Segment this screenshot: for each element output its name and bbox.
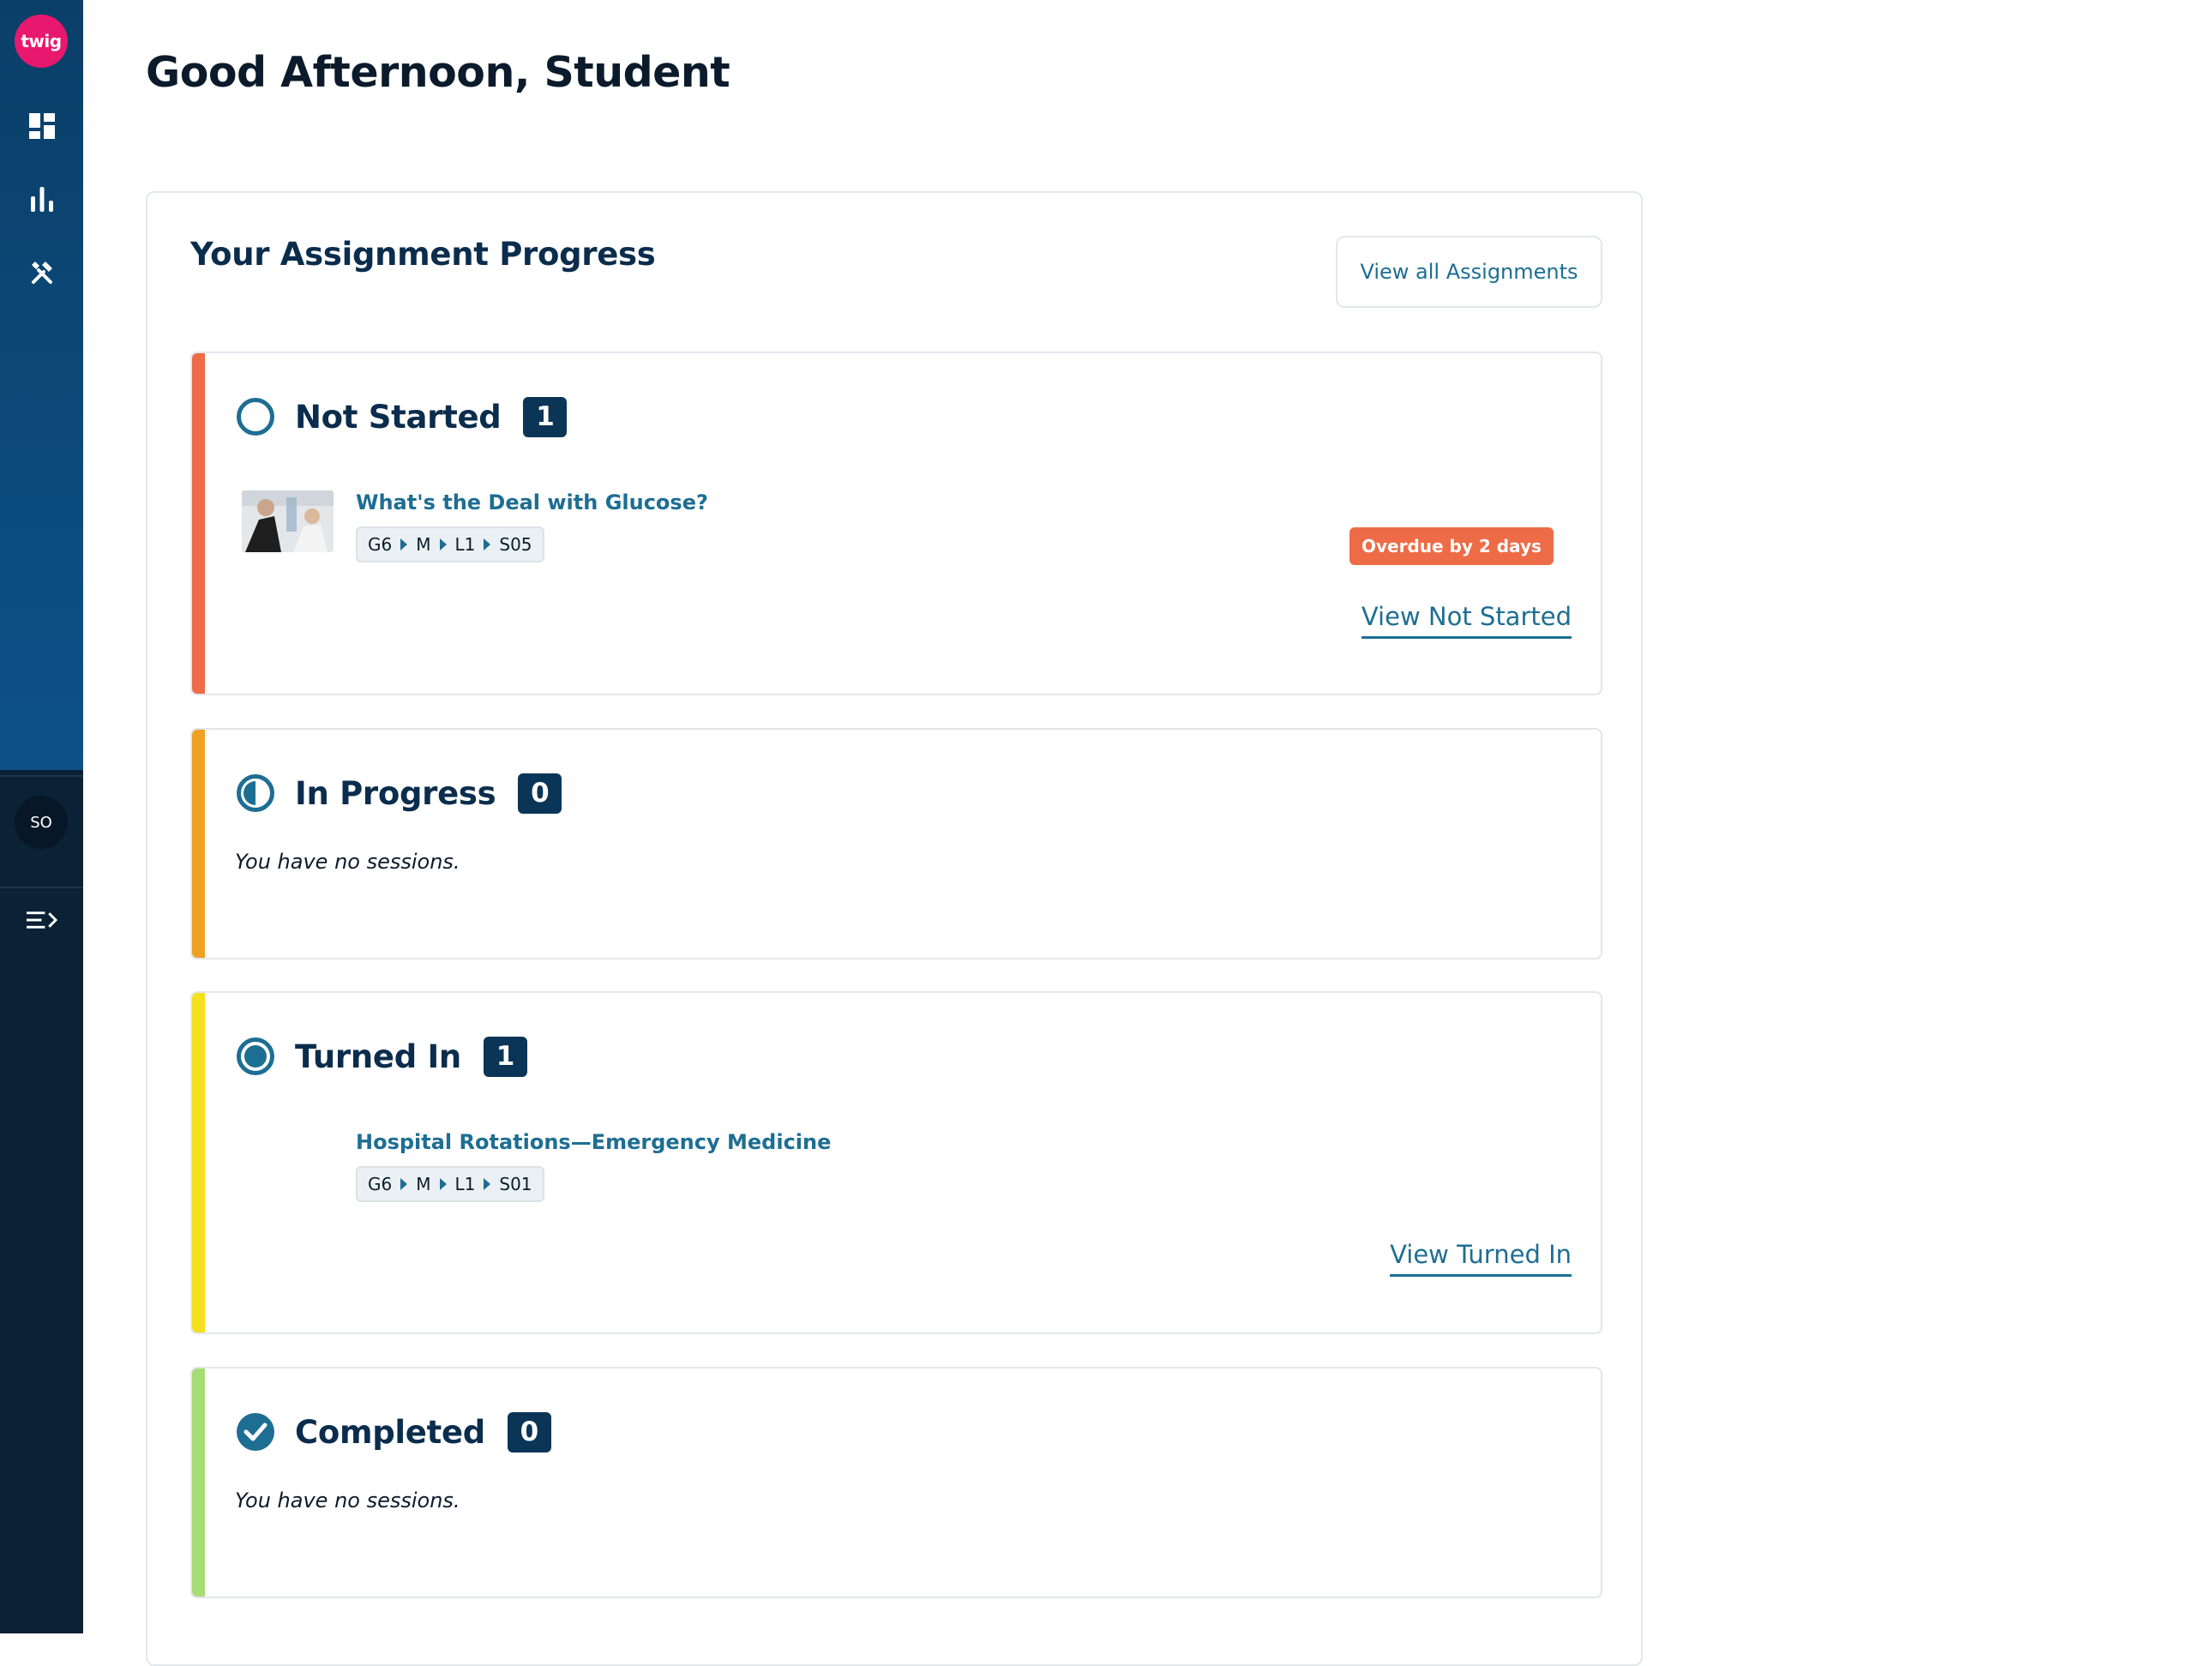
breadcrumb-module: M	[416, 1174, 431, 1194]
breadcrumb-session: S01	[499, 1174, 532, 1194]
overdue-badge: Overdue by 2 days	[1349, 527, 1554, 565]
view-all-assignments-button[interactable]: View all Assignments	[1336, 236, 1602, 308]
card-header: Not Started 1	[235, 394, 568, 439]
logo-text: twig	[21, 31, 62, 51]
status-card-in-progress: In Progress 0 You have no sessions.	[190, 728, 1602, 959]
count-badge: 1	[483, 1036, 527, 1077]
status-accent-bar	[192, 1368, 205, 1597]
twig-logo[interactable]: twig	[15, 15, 68, 68]
card-header: Turned In 1	[235, 1034, 527, 1079]
breadcrumb-grade: G6	[368, 534, 393, 555]
count-badge: 0	[507, 1411, 551, 1452]
breadcrumb-lesson: L1	[454, 534, 476, 555]
empty-state-text: You have no sessions.	[235, 1489, 460, 1513]
empty-state-text: You have no sessions.	[235, 850, 460, 874]
user-avatar[interactable]: SO	[15, 796, 68, 849]
card-header: Completed 0	[235, 1410, 551, 1454]
empty-circle-icon	[237, 398, 274, 436]
assignment-title-link[interactable]: What's the Deal with Glucose?	[356, 490, 708, 514]
caret-right-icon	[439, 1178, 447, 1190]
status-card-completed: Completed 0 You have no sessions.	[190, 1367, 1602, 1598]
sidebar: twig SO	[0, 0, 83, 1633]
status-accent-bar	[192, 993, 205, 1332]
caret-right-icon	[484, 1178, 491, 1190]
bar-chart-icon[interactable]	[26, 183, 57, 214]
panel-title: Your Assignment Progress	[190, 236, 656, 273]
breadcrumb-module: M	[416, 534, 431, 555]
assignment-title-link[interactable]: Hospital Rotations—Emergency Medicine	[356, 1130, 831, 1154]
caret-right-icon	[484, 538, 491, 550]
tools-icon[interactable]	[26, 256, 57, 287]
avatar-initials: SO	[30, 813, 52, 832]
view-turned-in-link[interactable]: View Turned In	[1390, 1240, 1572, 1277]
caret-right-icon	[439, 538, 447, 550]
count-badge: 1	[523, 396, 568, 437]
status-accent-bar	[192, 353, 205, 694]
assignment-breadcrumb: G6 M L1 S01	[356, 1166, 544, 1202]
dashboard-icon[interactable]	[26, 110, 57, 141]
sidebar-bottom-section	[0, 770, 83, 1633]
card-title: Turned In	[295, 1037, 461, 1075]
breadcrumb-lesson: L1	[454, 1174, 476, 1194]
half-circle-icon	[237, 774, 274, 812]
sidebar-divider	[0, 775, 83, 777]
status-card-turned-in: Turned In 1 Hospital Rotations—Emergency…	[190, 991, 1602, 1334]
view-not-started-link[interactable]: View Not Started	[1361, 602, 1572, 639]
card-title: In Progress	[295, 774, 496, 812]
view-all-label: View all Assignments	[1360, 260, 1578, 284]
status-accent-bar	[192, 730, 205, 958]
card-title: Not Started	[295, 398, 502, 436]
card-title: Completed	[295, 1413, 485, 1451]
collapse-menu-icon[interactable]	[26, 904, 57, 935]
page-title: Good Afternoon, Student	[146, 48, 730, 97]
status-card-not-started: Not Started 1 What's the Deal with Gluco…	[190, 352, 1602, 695]
count-badge: 0	[518, 773, 562, 814]
filled-circle-icon	[237, 1037, 274, 1075]
check-circle-icon	[237, 1413, 274, 1451]
caret-right-icon	[400, 1178, 408, 1190]
assignment-thumbnail	[242, 490, 334, 552]
breadcrumb-grade: G6	[368, 1174, 393, 1194]
sidebar-divider	[0, 887, 83, 888]
breadcrumb-session: S05	[499, 534, 532, 555]
assignment-progress-panel: Your Assignment Progress View all Assign…	[146, 191, 1643, 1666]
caret-right-icon	[400, 538, 408, 550]
assignment-breadcrumb: G6 M L1 S05	[356, 526, 544, 562]
card-header: In Progress 0	[235, 771, 562, 815]
